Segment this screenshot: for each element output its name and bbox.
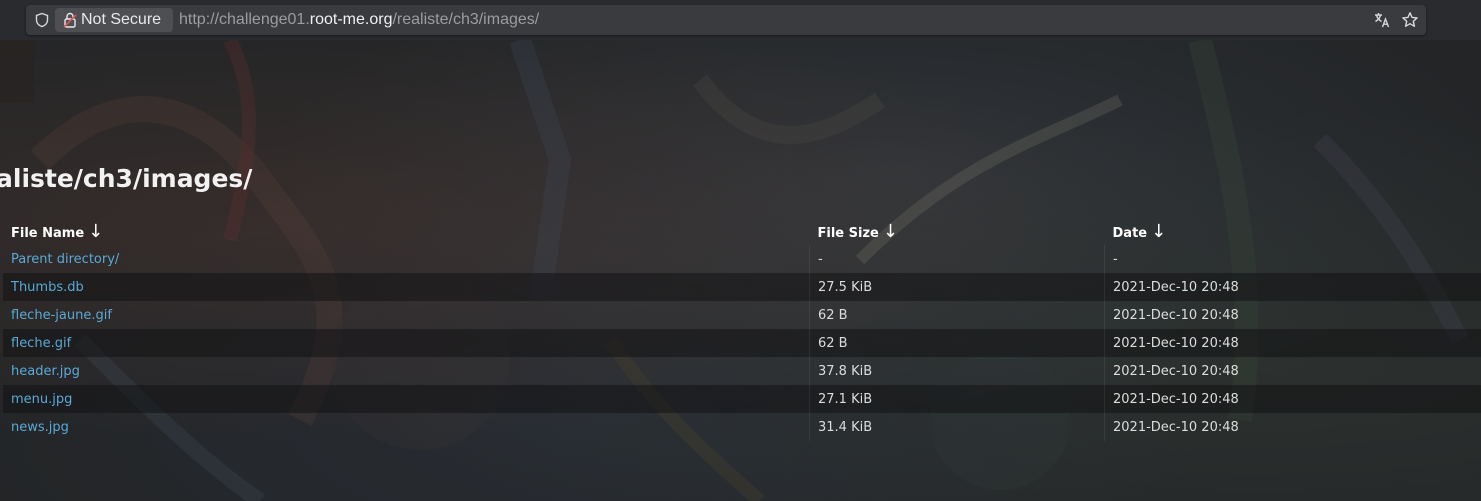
security-label: Not Secure xyxy=(81,11,162,28)
file-listing-table: File Name ↓ File Size ↓ Date ↓ Parent direc… xyxy=(3,217,1481,441)
table-header-row: File Name ↓ File Size ↓ Date ↓ xyxy=(3,217,1481,245)
file-size-cell: 62 B xyxy=(809,329,1105,357)
file-date-cell: 2021-Dec-10 20:48 xyxy=(1104,273,1481,301)
file-name-cell: header.jpg xyxy=(3,357,810,385)
table-row: Parent directory/ - - xyxy=(3,245,1481,273)
file-size-cell: 37.8 KiB xyxy=(809,357,1105,385)
table-row: Thumbs.db 27.5 KiB 2021-Dec-10 20:48 xyxy=(3,273,1481,301)
url-text[interactable]: http://challenge01.root-me.org/realiste/… xyxy=(179,5,539,35)
file-name-cell: Thumbs.db xyxy=(3,273,810,301)
file-link[interactable]: menu.jpg xyxy=(11,392,72,407)
file-link[interactable]: Thumbs.db xyxy=(11,280,84,295)
sort-arrow-icon: ↓ xyxy=(88,220,104,242)
file-date-cell: 2021-Dec-10 20:48 xyxy=(1104,301,1481,329)
file-link[interactable]: news.jpg xyxy=(11,420,69,435)
browser-window: Not Secure http://challenge01.root-me.or… xyxy=(0,0,1481,501)
table-row: news.jpg 31.4 KiB 2021-Dec-10 20:48 xyxy=(3,413,1481,441)
file-link[interactable]: fleche-jaune.gif xyxy=(11,308,112,323)
page-content: aliste/ch3/images/ File Name ↓ File Size ↓… xyxy=(0,40,1481,501)
table-row: fleche.gif 62 B 2021-Dec-10 20:48 xyxy=(3,329,1481,357)
file-size-cell: 27.5 KiB xyxy=(809,273,1105,301)
file-date-cell: 2021-Dec-10 20:48 xyxy=(1104,385,1481,413)
column-label: File Size xyxy=(817,225,879,241)
file-link[interactable]: Parent directory/ xyxy=(11,252,119,267)
address-bar[interactable]: Not Secure http://challenge01.root-me.or… xyxy=(26,5,1426,35)
file-name-cell: fleche-jaune.gif xyxy=(3,301,810,329)
lock-icon xyxy=(63,12,77,28)
column-header-date[interactable]: Date ↓ xyxy=(1105,217,1481,245)
column-header-file-name[interactable]: File Name ↓ xyxy=(3,217,810,245)
column-header-file-size[interactable]: File Size ↓ xyxy=(810,217,1105,245)
column-label: File Name xyxy=(11,225,85,241)
translate-icon[interactable] xyxy=(1373,11,1391,29)
file-name-cell: menu.jpg xyxy=(3,385,810,413)
file-date-cell: 2021-Dec-10 20:48 xyxy=(1104,413,1481,441)
column-label: Date xyxy=(1112,225,1148,241)
url-prefix: http://challenge01. xyxy=(179,11,310,28)
file-name-cell: news.jpg xyxy=(3,413,810,441)
file-name-cell: Parent directory/ xyxy=(3,245,810,273)
star-icon[interactable] xyxy=(1401,11,1419,29)
file-size-cell: 27.1 KiB xyxy=(809,385,1105,413)
corner-panel xyxy=(0,40,34,103)
table-row: header.jpg 37.8 KiB 2021-Dec-10 20:48 xyxy=(3,357,1481,385)
file-size-cell: - xyxy=(809,245,1105,273)
url-host: root-me.org xyxy=(309,11,393,28)
page-title: aliste/ch3/images/ xyxy=(0,164,253,193)
site-security-button[interactable]: Not Secure xyxy=(55,8,173,32)
sort-arrow-icon: ↓ xyxy=(882,220,898,242)
shield-icon[interactable] xyxy=(34,12,50,28)
file-link[interactable]: header.jpg xyxy=(11,364,80,379)
file-date-cell: 2021-Dec-10 20:48 xyxy=(1104,357,1481,385)
file-date-cell: - xyxy=(1104,245,1481,273)
table-row: fleche-jaune.gif 62 B 2021-Dec-10 20:48 xyxy=(3,301,1481,329)
file-name-cell: fleche.gif xyxy=(3,329,810,357)
sort-arrow-icon: ↓ xyxy=(1151,220,1167,242)
file-size-cell: 62 B xyxy=(809,301,1105,329)
browser-toolbar: Not Secure http://challenge01.root-me.or… xyxy=(0,0,1481,40)
file-size-cell: 31.4 KiB xyxy=(809,413,1105,441)
url-path: /realiste/ch3/images/ xyxy=(392,11,540,28)
table-row: menu.jpg 27.1 KiB 2021-Dec-10 20:48 xyxy=(3,385,1481,413)
file-link[interactable]: fleche.gif xyxy=(11,336,71,351)
file-date-cell: 2021-Dec-10 20:48 xyxy=(1104,329,1481,357)
